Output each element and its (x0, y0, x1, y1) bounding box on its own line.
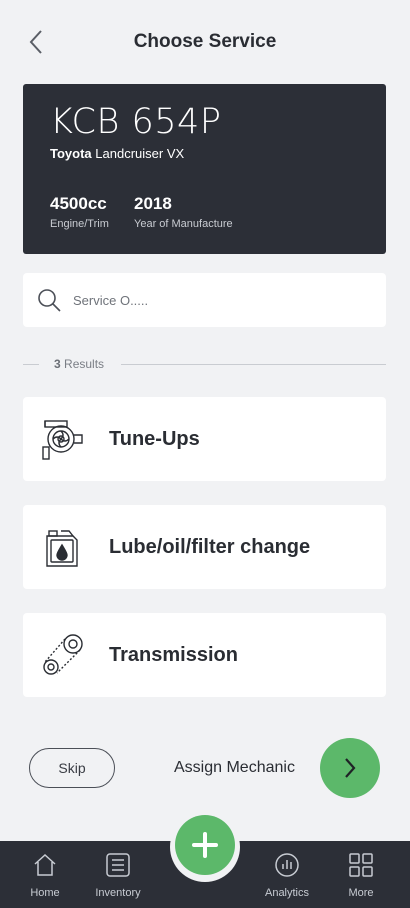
service-item-transmission[interactable]: Transmission (23, 613, 386, 697)
service-label: Tune-Ups (109, 428, 200, 450)
vehicle-model-name: Landcruiser VX (95, 146, 185, 161)
results-number: 3 (54, 357, 61, 371)
nav-item-inventory[interactable]: Inventory (83, 851, 153, 899)
vehicle-card: KCB 654P Toyota Landcruiser VX 4500cc En… (23, 84, 386, 254)
header: Choose Service (0, 0, 410, 84)
vehicle-make: Toyota (50, 146, 92, 161)
add-button[interactable] (175, 815, 235, 875)
nav-item-more[interactable]: More (326, 851, 396, 899)
nav-item-home[interactable]: Home (10, 851, 80, 899)
year-value: 2018 (134, 194, 172, 213)
assign-mechanic-label: Assign Mechanic (174, 759, 295, 776)
oil-can-icon (46, 530, 78, 567)
chevron-right-icon (345, 758, 356, 778)
analytics-icon (275, 853, 299, 877)
nav-item-analytics[interactable]: Analytics (252, 851, 322, 899)
nav-label: More (348, 887, 374, 899)
service-label: Lube/oil/filter change (109, 536, 311, 558)
license-plate: KCB 654P (50, 102, 222, 142)
vehicle-model: Toyota Landcruiser VX (50, 146, 184, 161)
service-label: Transmission (109, 644, 238, 666)
grid-icon (349, 853, 373, 877)
page-title: Choose Service (133, 31, 277, 52)
nav-label: Analytics (264, 887, 310, 899)
divider-line (121, 364, 386, 365)
divider-line (23, 364, 39, 365)
engine-spec: 4500cc Engine/Trim (50, 194, 109, 230)
results-count: 3 Results (54, 357, 104, 371)
engine-label: Engine/Trim (50, 218, 109, 230)
engine-value: 4500cc (50, 194, 107, 213)
service-item-lube-oil-filter[interactable]: Lube/oil/filter change (23, 505, 386, 589)
next-button[interactable] (320, 738, 380, 798)
timing-belt-icon (43, 634, 83, 675)
skip-button[interactable]: Skip (29, 748, 115, 788)
plus-icon (192, 832, 218, 858)
results-divider: 3 Results (23, 356, 386, 372)
inventory-icon (106, 853, 130, 877)
year-label: Year of Manufacture (134, 218, 233, 230)
nav-label: Home (30, 887, 60, 899)
search-icon (35, 286, 63, 314)
results-label: Results (64, 357, 105, 371)
search-box[interactable] (23, 273, 386, 327)
service-item-tune-ups[interactable]: Tune-Ups (23, 397, 386, 481)
home-icon (34, 853, 56, 876)
year-spec: 2018 Year of Manufacture (134, 194, 233, 230)
turbo-icon (42, 420, 83, 460)
search-input[interactable] (73, 292, 353, 308)
nav-label: Inventory (95, 887, 141, 899)
